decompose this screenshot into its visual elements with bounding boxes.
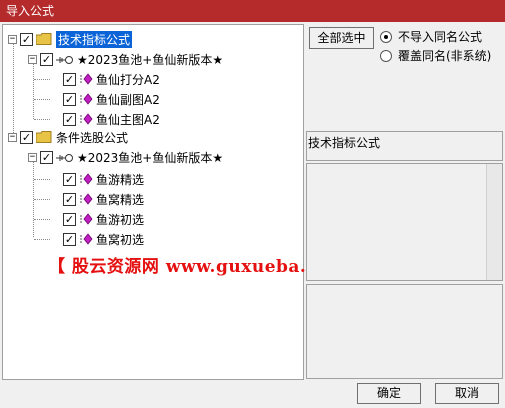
group-checkbox[interactable]: ✓ [20, 32, 33, 46]
plug-icon [56, 54, 74, 64]
scrollbar[interactable] [486, 164, 502, 280]
folder-icon [36, 131, 52, 143]
item-checkbox[interactable]: ✓ [63, 192, 76, 206]
window-title: 导入公式 [6, 4, 55, 18]
item-label: 鱼仙打分A2 [96, 72, 160, 87]
radio-button[interactable] [380, 30, 392, 43]
version-label: ★2023鱼池+鱼仙新版本★ [77, 52, 224, 67]
collapse-toggle[interactable]: − [8, 34, 17, 44]
tree-version-node[interactable]: − ✓ ★2023鱼池+鱼仙新版本★ [28, 147, 223, 167]
formula-icon [79, 173, 93, 185]
tree-line [34, 79, 50, 80]
item-label: 鱼仙主图A2 [96, 112, 160, 127]
cancel-button[interactable]: 取消 [435, 383, 499, 404]
radio-overwrite[interactable]: 覆盖同名(非系统) [380, 47, 491, 64]
tree-line [34, 119, 50, 120]
tree-group-screening[interactable]: − ✓ 条件选股公式 [8, 127, 128, 147]
tree-line [34, 239, 50, 240]
radio-no-import[interactable]: 不导入同名公式 [380, 28, 482, 45]
item-label: 鱼仙副图A2 [96, 92, 160, 107]
window-title-bar[interactable]: 导入公式 [0, 0, 505, 22]
item-label: 鱼窝初选 [96, 232, 145, 247]
group-checkbox[interactable]: ✓ [20, 130, 33, 144]
formula-icon [79, 73, 93, 85]
item-checkbox[interactable]: ✓ [63, 212, 76, 226]
item-checkbox[interactable]: ✓ [63, 172, 76, 186]
tree-line [34, 219, 50, 220]
formula-icon [79, 233, 93, 245]
formula-description-box[interactable] [306, 163, 503, 281]
tree-formula-item[interactable]: ✓ 鱼游初选 [63, 209, 144, 229]
select-all-button[interactable]: 全部选中 [309, 27, 374, 49]
formula-tree[interactable]: − ✓ 技术指标公式 − ✓ ★2023鱼池+鱼仙新版本★ ✓ 鱼仙打分A2 ✓… [2, 24, 304, 380]
tree-line [34, 199, 50, 200]
formula-icon [79, 113, 93, 125]
category-info-box: 技术指标公式 [306, 131, 503, 161]
item-checkbox[interactable]: ✓ [63, 92, 76, 106]
formula-icon [79, 193, 93, 205]
collapse-toggle[interactable]: − [28, 152, 37, 162]
collapse-toggle[interactable]: − [8, 132, 17, 142]
tree-line [34, 179, 50, 180]
item-checkbox[interactable]: ✓ [63, 112, 76, 126]
tree-formula-item[interactable]: ✓ 鱼窝初选 [63, 229, 144, 249]
collapse-toggle[interactable]: − [28, 54, 37, 64]
group-label[interactable]: 条件选股公式 [56, 129, 128, 146]
version-label: ★2023鱼池+鱼仙新版本★ [77, 150, 224, 165]
item-label: 鱼游初选 [96, 212, 145, 227]
tree-formula-item[interactable]: ✓ 鱼仙打分A2 [63, 69, 160, 89]
group-label[interactable]: 技术指标公式 [54, 29, 134, 49]
version-checkbox[interactable]: ✓ [40, 150, 53, 164]
item-label: 鱼游精选 [96, 172, 145, 187]
tree-formula-item[interactable]: ✓ 鱼窝精选 [63, 189, 144, 209]
formula-icon [79, 93, 93, 105]
item-checkbox[interactable]: ✓ [63, 232, 76, 246]
radio-button[interactable] [380, 49, 392, 62]
tree-formula-item[interactable]: ✓ 鱼仙主图A2 [63, 109, 160, 129]
tree-version-node[interactable]: − ✓ ★2023鱼池+鱼仙新版本★ [28, 49, 223, 69]
tree-line [34, 99, 50, 100]
tree-line [33, 157, 34, 237]
tree-formula-item[interactable]: ✓ 鱼仙副图A2 [63, 89, 160, 109]
radio-label: 不导入同名公式 [398, 30, 483, 44]
version-checkbox[interactable]: ✓ [40, 52, 53, 66]
item-label: 鱼窝精选 [96, 192, 145, 207]
radio-label: 覆盖同名(非系统) [398, 49, 492, 63]
plug-icon [56, 152, 74, 162]
item-checkbox[interactable]: ✓ [63, 72, 76, 86]
tree-line [13, 39, 14, 137]
formula-icon [79, 213, 93, 225]
tree-formula-item[interactable]: ✓ 鱼游精选 [63, 169, 144, 189]
formula-detail-box[interactable] [306, 284, 503, 379]
tree-group-technical[interactable]: − ✓ 技术指标公式 [8, 29, 134, 49]
category-label: 技术指标公式 [308, 136, 381, 150]
ok-button[interactable]: 确定 [357, 383, 421, 404]
folder-icon [36, 33, 52, 45]
